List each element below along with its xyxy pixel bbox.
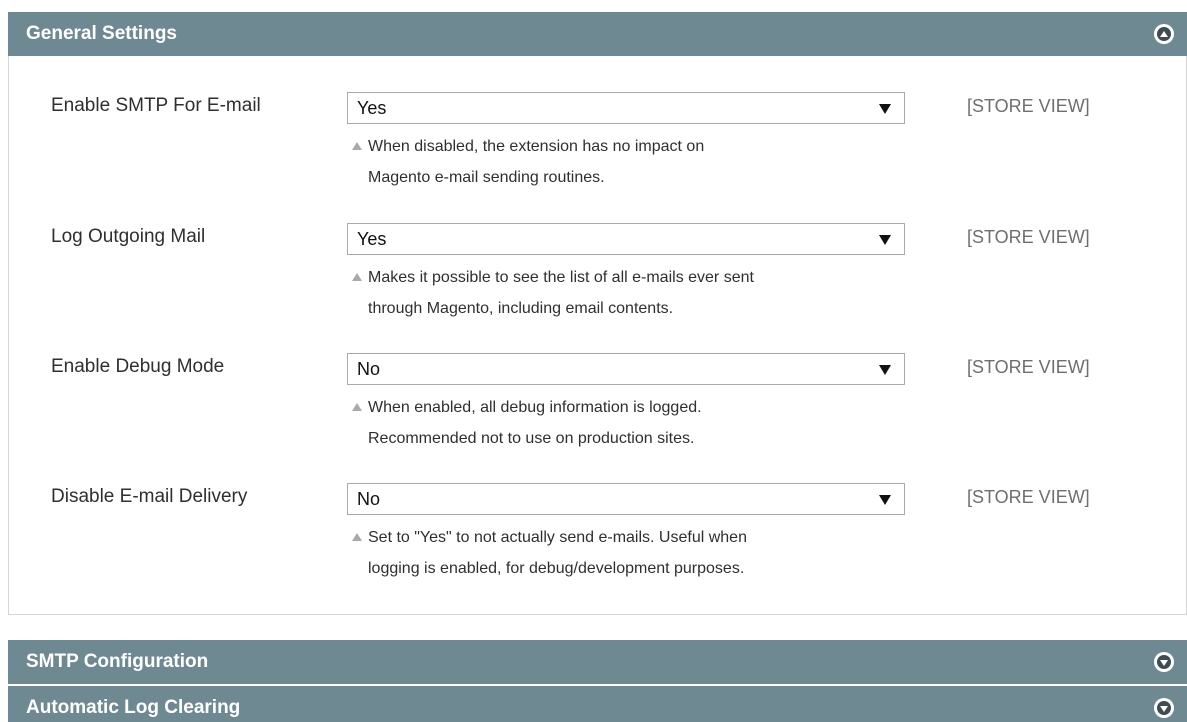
field-label: Enable Debug Mode bbox=[51, 356, 225, 377]
select-value: No bbox=[357, 489, 381, 509]
enable-debug-mode-select[interactable]: No bbox=[347, 353, 905, 385]
section-title: Automatic Log Clearing bbox=[26, 697, 241, 718]
dropdown-arrow-icon bbox=[879, 104, 891, 114]
field-label: Log Outgoing Mail bbox=[51, 226, 206, 247]
field-note: Makes it possible to see the list of all… bbox=[352, 262, 922, 324]
note-text: When disabled, the extension has no impa… bbox=[368, 138, 705, 155]
scope-label: [STORE VIEW] bbox=[967, 96, 1090, 116]
section-header-smtp-configuration[interactable]: SMTP Configuration bbox=[8, 640, 1187, 684]
select-value: Yes bbox=[357, 229, 387, 249]
field-label: Enable SMTP For E-mail bbox=[51, 95, 261, 116]
note-text: Recommended not to use on production sit… bbox=[368, 430, 695, 447]
field-label: Disable E-mail Delivery bbox=[51, 486, 248, 507]
dropdown-arrow-icon bbox=[879, 235, 891, 245]
expand-down-icon[interactable] bbox=[1154, 652, 1174, 672]
log-outgoing-mail-select[interactable]: Yes bbox=[347, 223, 905, 255]
field-note: When disabled, the extension has no impa… bbox=[352, 131, 922, 193]
note-text: Makes it possible to see the list of all… bbox=[368, 269, 754, 286]
section-title: SMTP Configuration bbox=[26, 651, 209, 672]
note-text: through Magento, including email content… bbox=[368, 300, 674, 317]
note-text: Magento e-mail sending routines. bbox=[368, 169, 605, 186]
scope-label: [STORE VIEW] bbox=[967, 227, 1090, 247]
section-header-general-settings[interactable]: General Settings bbox=[8, 12, 1187, 56]
enable-smtp-select[interactable]: Yes bbox=[347, 92, 905, 124]
disable-email-delivery-select[interactable]: No bbox=[347, 483, 905, 515]
scope-label: [STORE VIEW] bbox=[967, 487, 1090, 507]
section-header-automatic-log-clearing[interactable]: Automatic Log Clearing bbox=[8, 686, 1187, 722]
note-text: logging is enabled, for debug/developmen… bbox=[368, 560, 745, 577]
note-triangle-icon bbox=[352, 273, 362, 281]
note-text: Set to "Yes" to not actually send e-mail… bbox=[368, 529, 747, 546]
expand-down-icon[interactable] bbox=[1154, 698, 1174, 718]
section-title: General Settings bbox=[26, 23, 177, 44]
note-triangle-icon bbox=[352, 142, 362, 150]
field-note: Set to "Yes" to not actually send e-mail… bbox=[352, 522, 922, 584]
note-triangle-icon bbox=[352, 403, 362, 411]
note-triangle-icon bbox=[352, 533, 362, 541]
general-settings-panel: Enable SMTP For E-mail Yes [STORE VIEW] … bbox=[8, 56, 1187, 615]
scope-label: [STORE VIEW] bbox=[967, 357, 1090, 377]
collapse-up-icon[interactable] bbox=[1154, 24, 1174, 44]
note-text: When enabled, all debug information is l… bbox=[368, 399, 702, 416]
select-value: Yes bbox=[357, 98, 387, 118]
config-page: General Settings Enable SMTP For E-mail … bbox=[0, 0, 1187, 722]
select-value: No bbox=[357, 359, 381, 379]
dropdown-arrow-icon bbox=[879, 365, 891, 375]
dropdown-arrow-icon bbox=[879, 495, 891, 505]
field-note: When enabled, all debug information is l… bbox=[352, 392, 922, 454]
